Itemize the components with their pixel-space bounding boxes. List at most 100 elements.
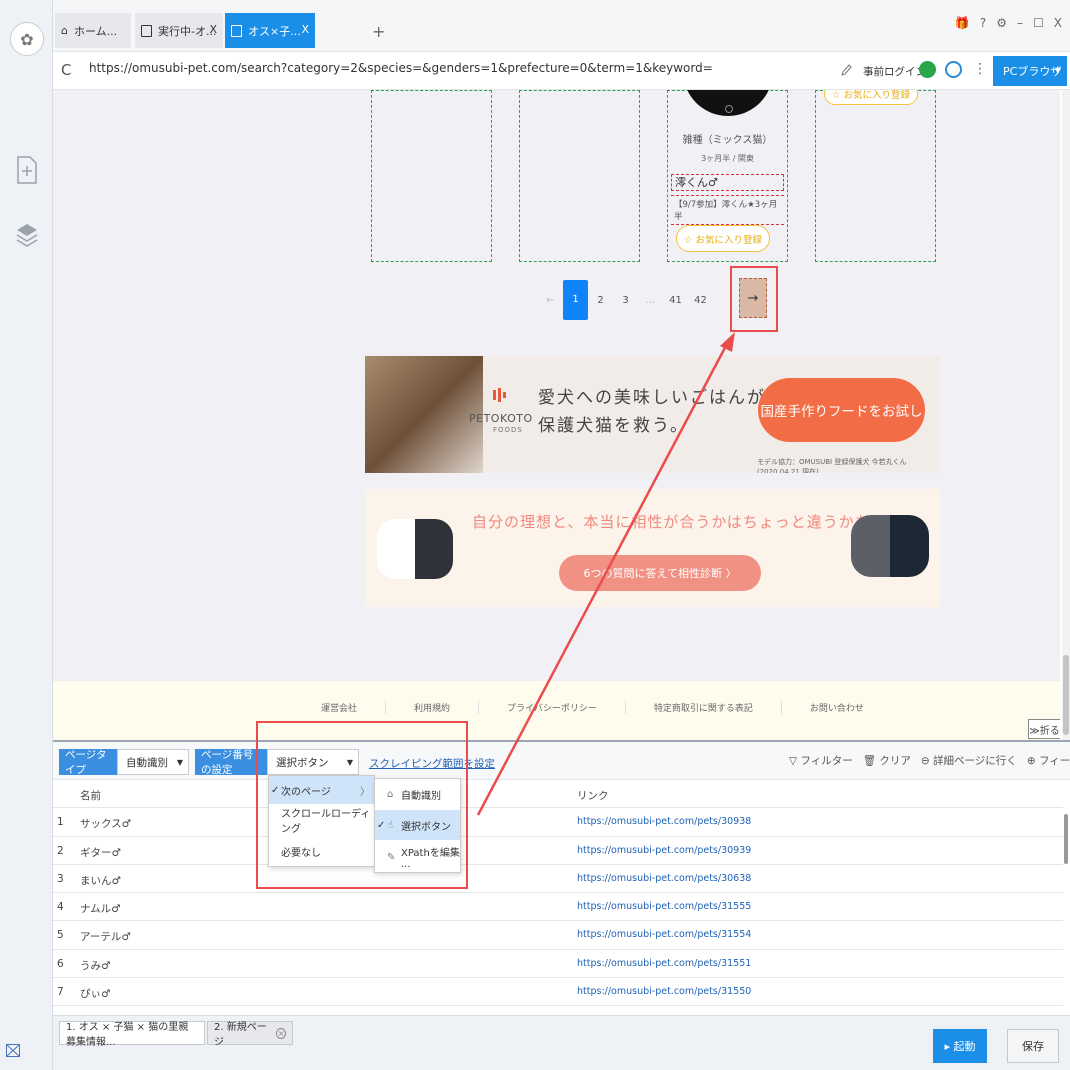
edit-icon[interactable]: [840, 63, 852, 77]
footer-link-privacy[interactable]: プライバシーポリシー: [479, 701, 626, 714]
settings-icon[interactable]: ⚙: [996, 16, 1007, 30]
page-scrollbar[interactable]: [1062, 90, 1070, 740]
table-row[interactable]: 2 ギター♂ https://omusubi-pet.com/pets/3093…: [53, 837, 1063, 865]
compatibility-banner[interactable]: 自分の理想と、本当に相性が合うかはちょっと違うかも。 6つの質問に答えて相性診断…: [365, 489, 940, 607]
page-41-button[interactable]: 41: [663, 295, 688, 306]
chevron-right-icon: 〉: [360, 786, 370, 798]
minimize-icon[interactable]: –: [1017, 16, 1023, 30]
page-1-button[interactable]: 1: [563, 280, 588, 320]
add-tab-button[interactable]: +: [372, 22, 385, 41]
table-row[interactable]: 1 サックス♂ https://omusubi-pet.com/pets/309…: [53, 808, 1063, 837]
pet-card[interactable]: 雑種（ミックス猫） 3ヶ月半 / 関東 澪くん♂ 【9/7参加】澪くん★3ヶ月半…: [667, 90, 788, 262]
add-field-button[interactable]: ⊕ フィールドを追加: [1027, 753, 1070, 768]
task-tab-1[interactable]: 1. オス × 子猫 × 猫の里親募集情報...: [59, 1021, 205, 1048]
favorite-button[interactable]: ☆ お気に入り登録: [824, 90, 918, 105]
column-name-header[interactable]: 名前: [80, 788, 101, 803]
tab-active-label: オス×子...: [248, 24, 301, 38]
layers-icon[interactable]: [14, 220, 40, 250]
new-task-icon[interactable]: [14, 155, 40, 185]
pet-name[interactable]: 澪くん♂: [671, 174, 784, 191]
data-table: 名前 リンク 1 サックス♂ https://omusubi-pet.com/p…: [53, 780, 1063, 1007]
gift-icon[interactable]: 🎁: [955, 16, 970, 30]
table-row[interactable]: 6 うみ♂ https://omusubi-pet.com/pets/31551: [53, 950, 1063, 979]
next-page-submenu: ⌂ 自動識別 ✓ ☝ 選択ボタン ✎ XPathを編集 ...: [374, 778, 461, 873]
table-row[interactable]: 5 アーテル♂ https://omusubi-pet.com/pets/315…: [53, 921, 1063, 950]
extension-blue-icon[interactable]: [945, 61, 962, 78]
page-42-button[interactable]: 42: [688, 295, 713, 306]
row-link[interactable]: https://omusubi-pet.com/pets/31550: [577, 986, 751, 997]
page-2-button[interactable]: 2: [588, 295, 613, 306]
tab-active[interactable]: オス×子... X: [225, 13, 315, 48]
row-link[interactable]: https://omusubi-pet.com/pets/30938: [577, 816, 751, 827]
next-page-button[interactable]: →: [739, 278, 767, 318]
menu-item-label: スクロールローディング: [281, 809, 371, 835]
more-icon[interactable]: ⋮: [973, 61, 987, 77]
save-button[interactable]: 保存: [1007, 1029, 1059, 1063]
prev-page-button[interactable]: ←: [538, 295, 563, 306]
reload-icon[interactable]: C: [61, 61, 71, 79]
petokoto-banner[interactable]: PETOKOTO FOODS 愛犬への美味しいごはんが 保護犬猫を救う。 国産手…: [365, 356, 940, 473]
menu-item-none[interactable]: 必要なし: [269, 837, 374, 865]
pet-card[interactable]: [371, 90, 492, 262]
filter-button[interactable]: ▽ フィルター: [789, 753, 853, 768]
page-type-label: ページタイプ: [59, 749, 117, 776]
menu-item-scroll-loading[interactable]: スクロールローディング: [269, 806, 374, 835]
submenu-item-xpath[interactable]: ✎ XPathを編集 ...: [375, 842, 460, 872]
pet-card[interactable]: [519, 90, 640, 262]
tab-running[interactable]: 実行中-オ... X: [135, 13, 223, 48]
favorite-button[interactable]: ☆ お気に入り登録: [676, 225, 770, 252]
tab-home[interactable]: ⌂ ホーム...: [55, 13, 131, 48]
url-field[interactable]: https://omusubi-pet.com/search?category=…: [89, 61, 713, 75]
tab-running-label: 実行中-オ...: [158, 24, 217, 38]
pet-photo[interactable]: [683, 90, 773, 116]
table-row[interactable]: 3 まいん♂ https://omusubi-pet.com/pets/3063…: [53, 865, 1063, 894]
compatibility-button[interactable]: 6つの質問に答えて相性診断 〉: [559, 555, 761, 591]
page-type-select[interactable]: 自動識別 ▼: [117, 749, 189, 775]
footer-link-contact[interactable]: お問い合わせ: [782, 701, 892, 714]
row-link[interactable]: https://omusubi-pet.com/pets/31551: [577, 958, 751, 969]
footer-link-company[interactable]: 運営会社: [293, 701, 387, 714]
extension-green-icon[interactable]: [919, 61, 936, 78]
row-link[interactable]: https://omusubi-pet.com/pets/30638: [577, 873, 751, 884]
table-row[interactable]: 4 ナムル♂ https://omusubi-pet.com/pets/3155…: [53, 893, 1063, 922]
pet-card[interactable]: ☆ お気に入り登録: [815, 90, 936, 262]
help-icon[interactable]: ?: [980, 16, 986, 30]
row-link[interactable]: https://omusubi-pet.com/pets/30939: [577, 845, 751, 856]
pet-note[interactable]: 【9/7参加】澪くん★3ヶ月半: [671, 195, 784, 225]
submenu-item-auto[interactable]: ⌂ 自動識別: [375, 779, 460, 809]
close-icon[interactable]: ×: [276, 1027, 286, 1039]
row-name: サックス♂: [80, 818, 132, 831]
close-icon[interactable]: X: [1054, 16, 1062, 30]
row-name: アーテル♂: [80, 931, 131, 944]
page-3-button[interactable]: 3: [613, 295, 638, 306]
menu-item-next-page[interactable]: ✓ 次のページ 〉: [269, 776, 374, 804]
detail-page-button[interactable]: ⊖ 詳細ページに行く: [921, 753, 1017, 768]
footer-link-commerce[interactable]: 特定商取引に関する表記: [626, 701, 782, 714]
maximize-icon[interactable]: ☐: [1033, 16, 1044, 30]
task-tab-2[interactable]: 2. 新規ページ ×: [207, 1021, 293, 1048]
tab-bar: ⌂ ホーム... 実行中-オ... X オス×子... X + 🎁 ? ⚙ – …: [53, 0, 1070, 52]
pc-browser-label: PCブラウザ: [1003, 65, 1062, 78]
table-row[interactable]: 7 ぴぃ♂ https://omusubi-pet.com/pets/31550: [53, 978, 1063, 1007]
row-link[interactable]: https://omusubi-pet.com/pets/31554: [577, 929, 751, 940]
pc-browser-button[interactable]: PCブラウザ ▼: [993, 56, 1067, 86]
tab-close-icon[interactable]: X: [209, 23, 217, 36]
table-scrollbar[interactable]: [1064, 814, 1068, 864]
try-food-button[interactable]: 国産手作りフードをお試し: [758, 378, 925, 442]
column-link-header[interactable]: リンク: [577, 788, 609, 803]
collapse-button[interactable]: ≫折る: [1028, 719, 1060, 739]
submenu-item-select-button[interactable]: ✓ ☝ 選択ボタン: [375, 810, 460, 840]
mail-icon[interactable]: [6, 1044, 22, 1058]
task-tab-label: 2. 新規ページ: [214, 1022, 267, 1048]
tab-close-icon[interactable]: X: [301, 23, 309, 36]
footer-link-terms[interactable]: 利用規約: [386, 701, 480, 714]
scroll-thumb[interactable]: [1063, 655, 1069, 735]
pre-login-button[interactable]: 事前ログイン: [863, 64, 926, 79]
run-button[interactable]: ▸ 起動: [933, 1029, 987, 1063]
row-name: まいん♂: [80, 874, 121, 887]
row-link[interactable]: https://omusubi-pet.com/pets/31555: [577, 901, 751, 912]
app-logo-icon[interactable]: ✿: [10, 22, 44, 56]
clear-button[interactable]: 🗑 クリア: [863, 753, 911, 768]
status-bar: 1. オス × 子猫 × 猫の里親募集情報... 2. 新規ページ × ▸ 起動…: [53, 1015, 1070, 1070]
row-index: 3: [57, 872, 64, 885]
